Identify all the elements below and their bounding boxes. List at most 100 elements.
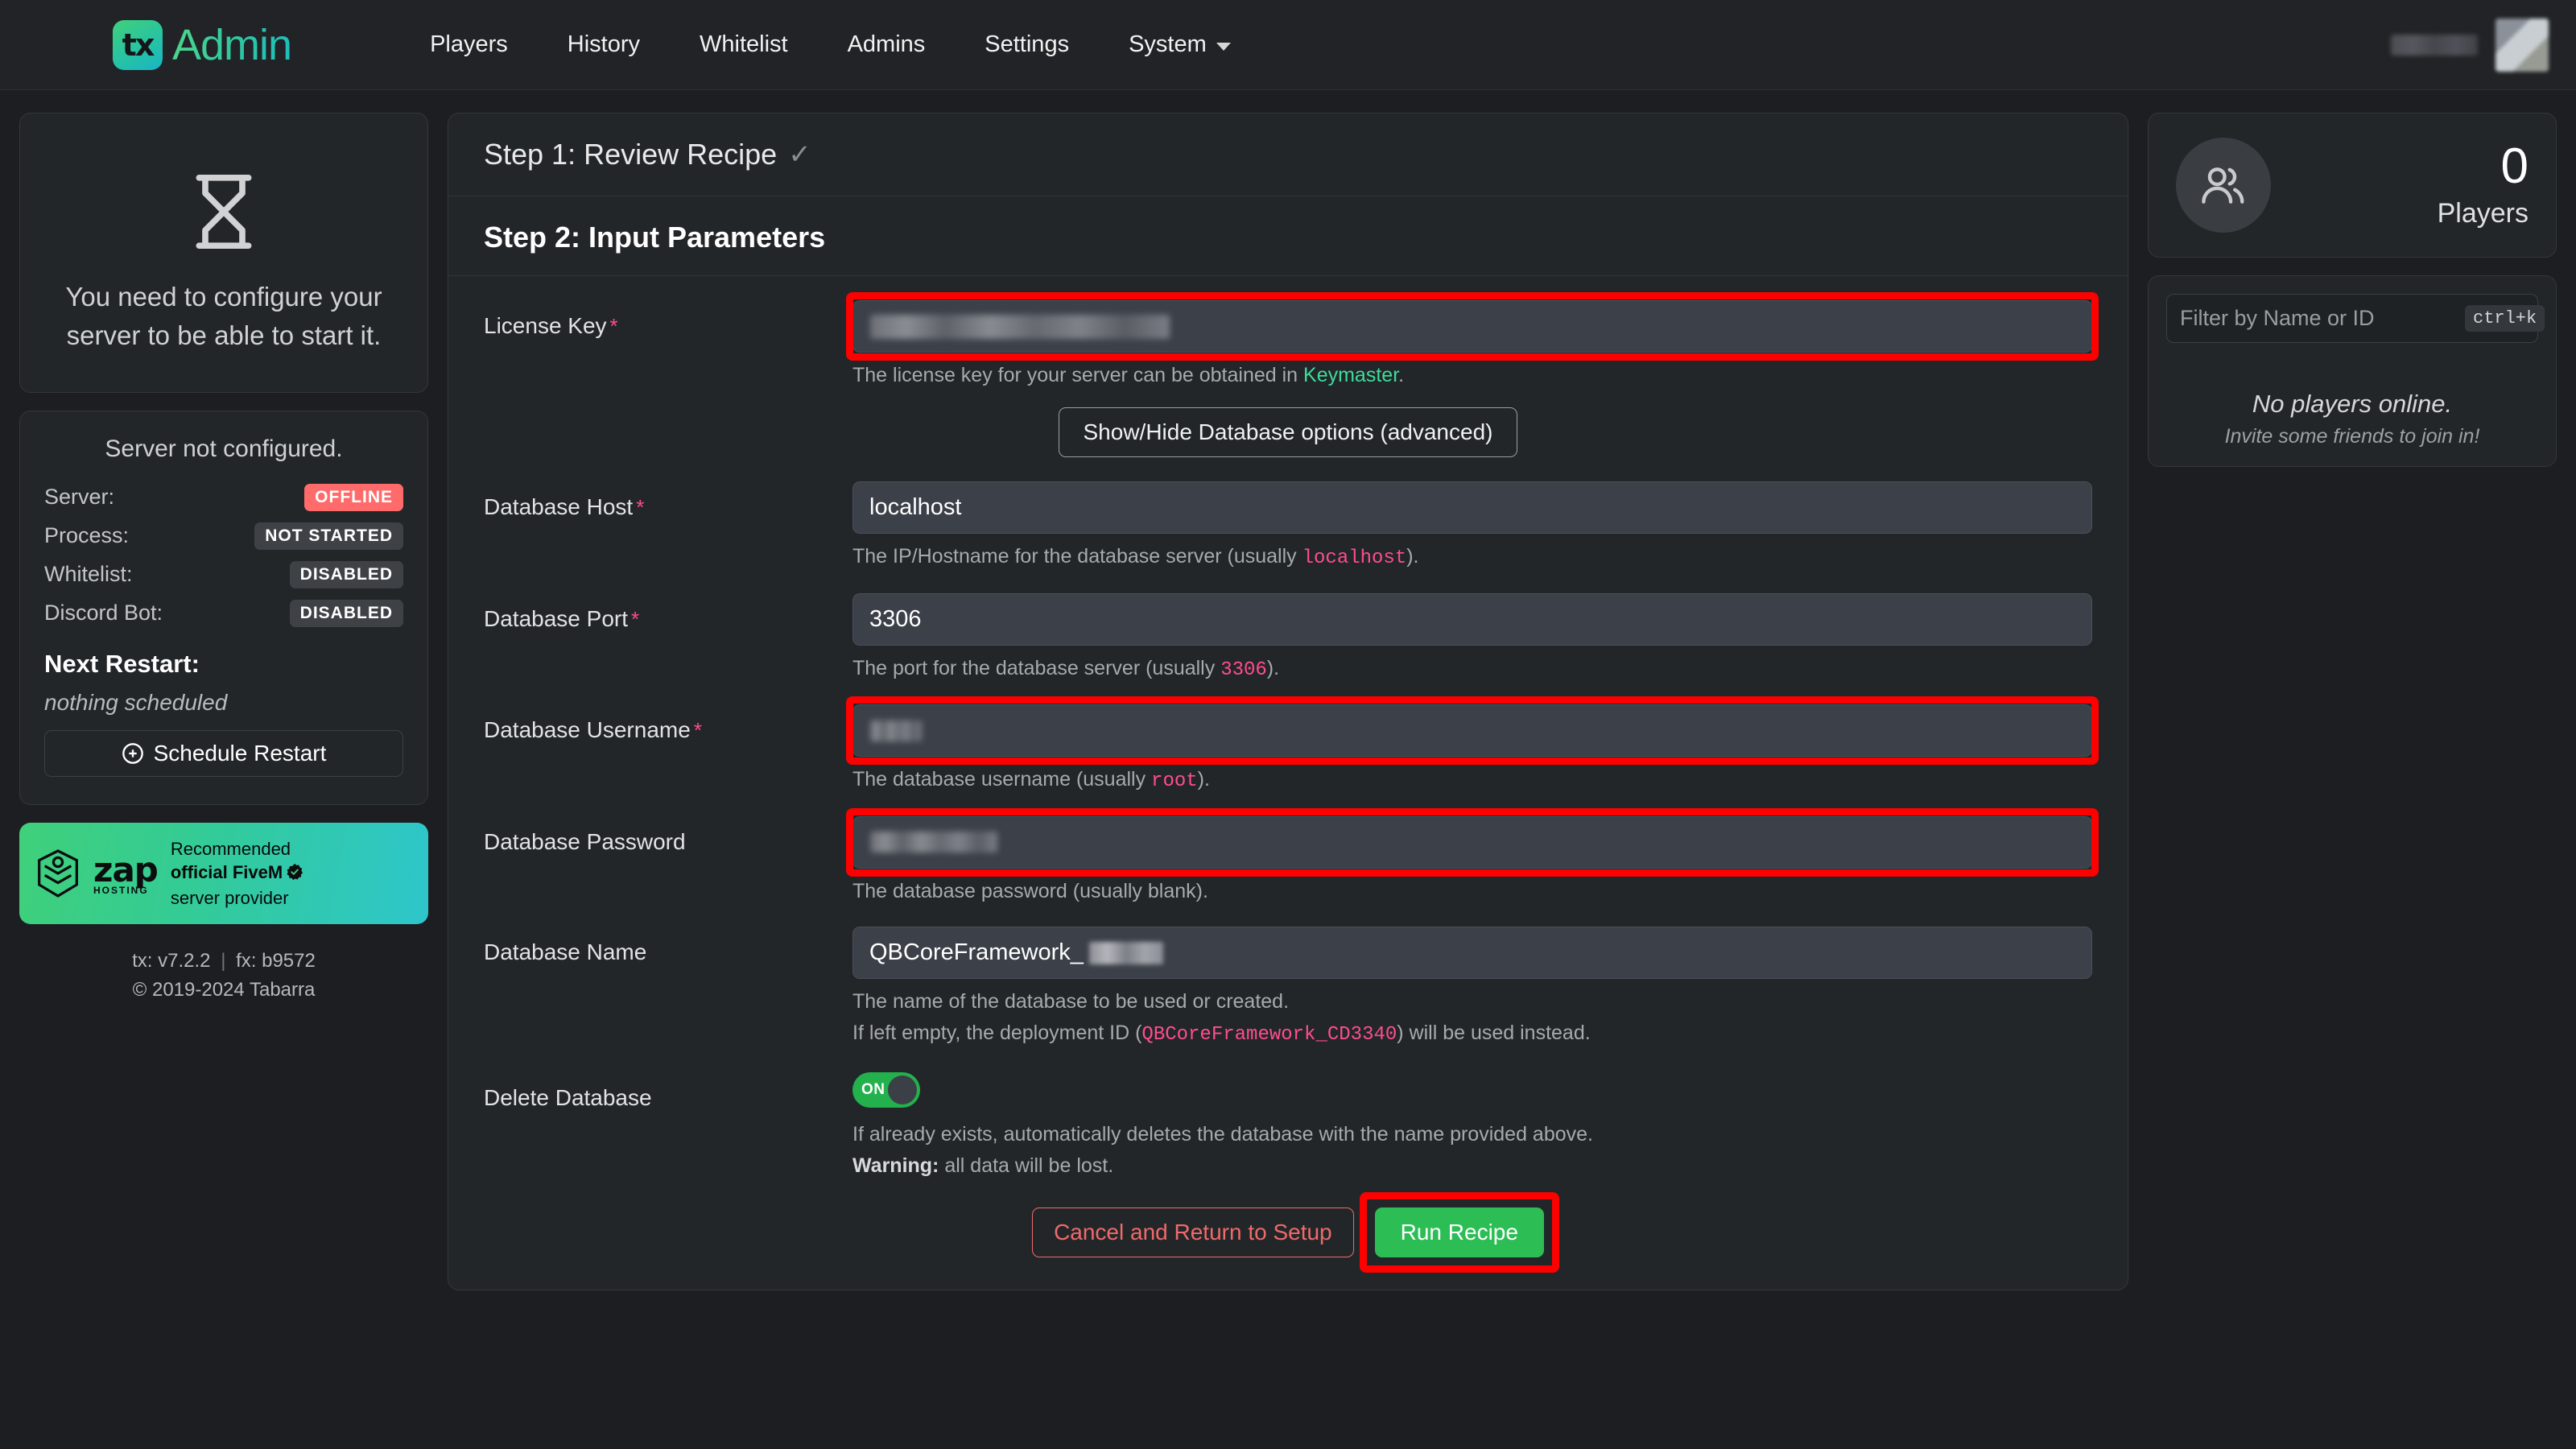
hint-text: The port for the database server (usuall… [852, 656, 1221, 679]
nav-label: Settings [985, 31, 1070, 57]
zap-wordmark: zap HOSTING [93, 850, 159, 896]
toggle-db-options-row: Show/Hide Database options (advanced) [484, 407, 2092, 457]
zap-logo-text: zap [93, 850, 159, 890]
database-port-input[interactable] [852, 592, 2092, 646]
check-icon: ✓ [788, 139, 811, 170]
tx-version: tx: v7.2.2 [132, 949, 211, 972]
hint-text: The database username (usually [852, 768, 1152, 791]
top-navigation-bar: tx Admin Players History Whitelist Admin… [0, 0, 2576, 90]
schedule-restart-button[interactable]: Schedule Restart [44, 729, 403, 777]
keymaster-link[interactable]: Keymaster [1303, 364, 1398, 386]
nav-label: System [1129, 31, 1207, 57]
database-password-hint: The database password (usually blank). [852, 877, 2092, 906]
status-row-server: Server: OFFLINE [44, 483, 403, 511]
form-row-license-key: License Key * The license key for your se… [484, 292, 2099, 390]
version-separator: | [221, 949, 226, 972]
players-count-wrapper: 0 Players [2438, 138, 2529, 229]
player-filter-input[interactable] [2180, 306, 2465, 331]
brand-logo[interactable]: tx Admin [113, 19, 292, 70]
run-recipe-button[interactable]: Run Recipe [1374, 1208, 1544, 1258]
nav-item-history[interactable]: History [568, 31, 640, 58]
next-restart-label: Next Restart: [44, 649, 200, 678]
server-status-card: Server not configured. Server: OFFLINE P… [19, 410, 428, 805]
zap-tagline: Recommended official FiveM server provid… [171, 837, 303, 910]
zap-tagline-line1: Recommended [170, 838, 291, 859]
database-name-input[interactable] [852, 926, 2092, 979]
database-port-label: Database Port * [484, 593, 852, 632]
status-label: Process: [44, 523, 130, 548]
required-asterisk: * [636, 495, 645, 519]
database-host-label-text: Database Host [484, 494, 634, 519]
toggle-state-label: ON [861, 1081, 886, 1099]
main-nav: Players History Whitelist Admins Setting… [430, 31, 1231, 58]
schedule-restart-label: Schedule Restart [153, 740, 327, 766]
database-host-hint: The IP/Hostname for the database server … [852, 543, 2092, 572]
database-name-redacted-suffix [1089, 941, 1163, 964]
form-row-database-username: Database Username * The database username… [484, 696, 2099, 795]
status-label: Whitelist: [44, 562, 133, 587]
no-players-title: No players online. [2252, 390, 2453, 418]
toggle-knob [888, 1075, 917, 1105]
nav-item-system[interactable]: System [1129, 31, 1231, 58]
brand-name: Admin [172, 20, 292, 69]
database-port-hint: The port for the database server (usuall… [852, 654, 2092, 684]
users-icon [2202, 167, 2244, 204]
delete-database-toggle[interactable]: ON [852, 1072, 920, 1108]
player-filter-wrapper[interactable]: ctrl+k [2166, 294, 2545, 343]
database-port-label-text: Database Port [484, 605, 628, 631]
database-username-label: Database Username * [484, 704, 852, 743]
hint-text-end: ). [1406, 545, 1419, 568]
nav-item-players[interactable]: Players [430, 31, 508, 58]
plus-circle-icon [122, 742, 143, 764]
nav-item-whitelist[interactable]: Whitelist [700, 31, 788, 58]
step-1-header[interactable]: Step 1: Review Recipe ✓ [448, 114, 2128, 196]
right-sidebar: 0 Players ctrl+k No players online. Invi… [2148, 113, 2557, 1449]
zap-hosting-logo-icon [38, 848, 78, 898]
required-asterisk: * [693, 718, 702, 743]
cancel-and-return-button[interactable]: Cancel and Return to Setup [1032, 1208, 1354, 1258]
delete-database-label: Delete Database [484, 1072, 852, 1111]
verified-badge-icon [286, 863, 303, 886]
status-badge: OFFLINE [304, 483, 403, 511]
required-asterisk: * [631, 606, 640, 631]
nav-item-settings[interactable]: Settings [985, 31, 1069, 58]
keyboard-shortcut-badge: ctrl+k [2465, 305, 2545, 332]
status-row-discord-bot: Discord Bot: DISABLED [44, 599, 403, 627]
required-asterisk: * [609, 314, 618, 338]
step-2-header: Step 2: Input Parameters [448, 196, 2128, 276]
database-password-redacted-value [870, 832, 997, 853]
status-label: Discord Bot: [44, 601, 163, 625]
database-host-control: The IP/Hostname for the database server … [852, 481, 2092, 572]
show-hide-database-options-button[interactable]: Show/Hide Database options (advanced) [1058, 407, 1518, 457]
license-key-label-text: License Key [484, 313, 607, 338]
hint-text-end: . [1398, 364, 1405, 386]
database-username-input[interactable] [852, 704, 2092, 758]
players-count-value: 0 [2500, 138, 2529, 194]
left-sidebar: You need to configure your server to be … [19, 113, 428, 1449]
verified-check-icon [287, 863, 303, 880]
warning-label: Warning: [852, 1154, 939, 1178]
players-count-card: 0 Players [2148, 113, 2557, 258]
database-host-input[interactable] [852, 481, 2092, 534]
hint-code: root [1151, 770, 1198, 793]
hourglass-icon [196, 174, 252, 249]
hint-text: The name of the database to be used or c… [852, 989, 1290, 1013]
hint-text: The database password (usually blank). [852, 879, 1208, 902]
status-row-whitelist: Whitelist: DISABLED [44, 560, 403, 588]
database-username-label-text: Database Username [484, 717, 691, 743]
nav-item-admins[interactable]: Admins [848, 31, 926, 58]
server-offline-card: You need to configure your server to be … [19, 113, 428, 393]
nav-label: Whitelist [700, 31, 788, 57]
database-username-redacted-value [870, 720, 922, 741]
run-recipe-wrapper: Run Recipe [1359, 1192, 1559, 1274]
database-password-label-text: Database Password [484, 828, 686, 854]
version-line: tx: v7.2.2 | fx: b9572 [19, 950, 428, 972]
delete-database-label-text: Delete Database [484, 1085, 652, 1111]
database-password-input[interactable] [852, 815, 2092, 869]
license-key-redacted-value [870, 314, 1170, 339]
avatar[interactable] [2496, 18, 2549, 72]
step-2-title: Step 2: Input Parameters [484, 221, 826, 254]
hint-text-end: ) will be used instead. [1397, 1021, 1591, 1044]
version-footer: tx: v7.2.2 | fx: b9572 © 2019-2024 Tabar… [19, 942, 428, 1001]
zap-hosting-banner[interactable]: zap HOSTING Recommended official FiveM s… [19, 822, 428, 924]
